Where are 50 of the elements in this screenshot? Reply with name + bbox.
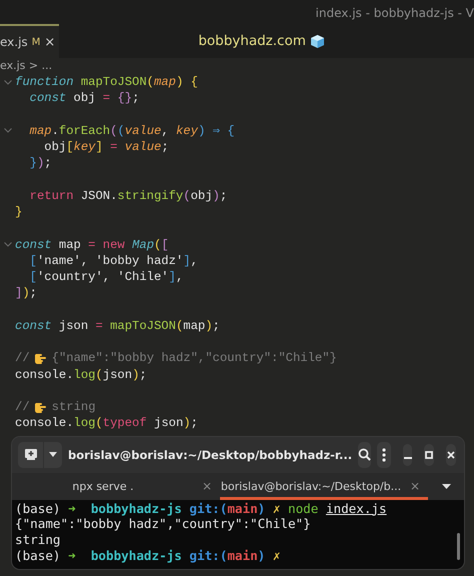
plus-icon xyxy=(24,449,36,460)
scrollbar[interactable] xyxy=(457,532,460,560)
close-button[interactable] xyxy=(446,444,456,466)
code-line: }); xyxy=(28,155,52,172)
code-line: ['country', 'Chile'], xyxy=(28,269,184,286)
maximize-icon xyxy=(425,450,434,458)
hand-icon xyxy=(34,400,47,414)
code-line: function mapToJSON(map) { xyxy=(15,74,198,90)
code-line: {"name":"bobby hadz","country":"Chile"} xyxy=(52,350,337,366)
code-line: console.log(typeof json); xyxy=(15,415,198,432)
code-line: obj[key] = value; xyxy=(43,139,169,156)
maximize-button[interactable] xyxy=(424,444,434,466)
code-line: } xyxy=(15,204,22,220)
code-line: const obj = {}; xyxy=(28,90,140,106)
close-icon xyxy=(447,450,456,458)
site-banner-text: bobbyhadz.com xyxy=(198,33,306,49)
minimize-icon xyxy=(404,456,412,458)
code-line: const map = new Map([ xyxy=(15,236,169,253)
terminal-title: borislav@borislav:~/Desktop/bobbyhadz-r... xyxy=(68,448,352,462)
code-line: map.forEach((value, key) ⇒ { xyxy=(28,122,235,139)
terminal-line: (base) ➜ bobbyhadz-js git:(main) ✗ node index.js xyxy=(15,500,388,516)
terminal-tab[interactable]: npx serve . × xyxy=(12,472,220,500)
search-button[interactable] xyxy=(358,442,372,468)
code-line: string xyxy=(52,399,96,416)
code-line: ['name', 'bobby hadz'], xyxy=(28,252,198,269)
new-tab-button[interactable] xyxy=(18,442,43,468)
fold-chevron-icon[interactable] xyxy=(4,128,12,134)
cube-icon xyxy=(310,34,325,48)
caret-icon[interactable] xyxy=(442,484,450,488)
menu-button[interactable] xyxy=(377,442,391,468)
editor-tab[interactable]: ex.js M × xyxy=(0,24,60,58)
minimize-button[interactable] xyxy=(402,444,412,466)
fold-chevron-icon[interactable] xyxy=(4,242,12,248)
search-icon xyxy=(358,448,372,461)
dropdown-button[interactable] xyxy=(44,442,62,468)
code-line: ]); xyxy=(15,285,37,302)
menu-icon xyxy=(382,448,386,462)
fold-chevron-icon[interactable] xyxy=(4,80,12,85)
caret-icon xyxy=(49,452,57,457)
terminal-line: (base) ➜ bobbyhadz-js git:(main) ✗ xyxy=(15,548,282,564)
terminal-line: {"name":"bobby hadz","country":"Chile"} xyxy=(15,516,312,532)
code-line: return JSON.stringify(obj); xyxy=(28,188,228,204)
code-line: console.log(json); xyxy=(15,366,147,383)
hand-icon xyxy=(34,352,47,365)
code-line: // xyxy=(15,399,30,416)
terminal-line: string xyxy=(15,532,62,548)
window-title: index.js - bobbyhadz-js - V xyxy=(316,6,474,20)
code-line: // xyxy=(15,350,30,366)
breadcrumb[interactable]: ex.js > ... xyxy=(0,58,474,74)
code-line: const json = mapToJSON(map); xyxy=(15,318,220,334)
